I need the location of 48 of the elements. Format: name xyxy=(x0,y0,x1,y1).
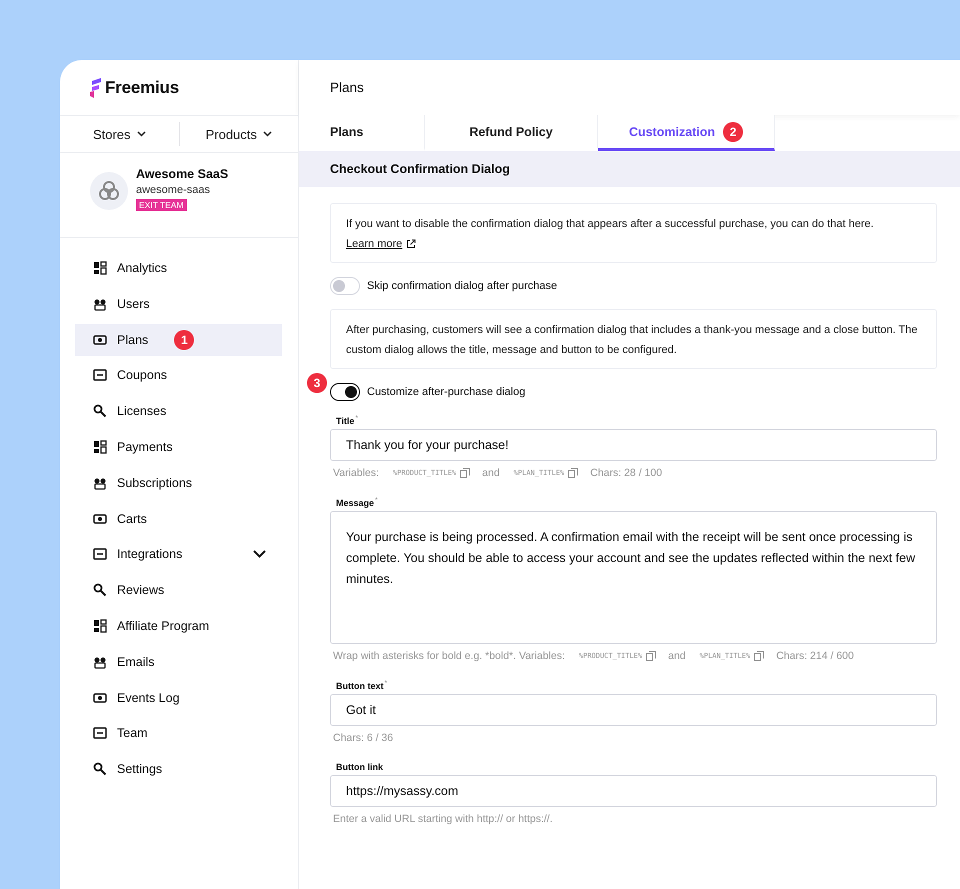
field-label: Button link xyxy=(336,762,384,772)
textarea-field[interactable]: Your purchase is being processed. A confirmation email with the receipt will be sent once processing is complete. You should be able to access your account and see the updates reflected within the next few minutes. xyxy=(330,511,937,644)
step-badge: 2 xyxy=(723,122,744,142)
hint-text: Variables: xyxy=(333,467,379,479)
switcher-dropdown[interactable]: Products xyxy=(178,122,298,146)
nav-item[interactable]: Carts xyxy=(75,502,282,535)
hint-text: Enter a valid URL starting with http:// or https://. xyxy=(333,813,553,825)
page-title: Plans xyxy=(330,80,364,95)
switcher-dropdown[interactable]: Stores xyxy=(60,122,178,146)
toggle-label: Skip confirmation dialog after purchase xyxy=(367,280,558,292)
input-field[interactable]: Got it xyxy=(330,694,937,726)
learn-more-link[interactable]: Learn more xyxy=(346,234,416,254)
nav-item[interactable]: Settings xyxy=(75,753,282,786)
nav-item[interactable]: Reviews xyxy=(75,574,282,606)
hint-text: Wrap with asterisks for bold e.g. *bold*. Variables: xyxy=(333,650,565,662)
note-text: After purchasing, customers will see a confirmation dialog that includes a thank-you message and a close button. The custom dialog allows the title, message and button to be configured. xyxy=(346,323,919,358)
hint-text: Chars: 28 / 100 xyxy=(590,467,662,479)
nav-item[interactable]: Team xyxy=(75,717,282,750)
toggle-label: Customize after-purchase dialog xyxy=(367,386,526,398)
nav-item[interactable]: Subscriptions xyxy=(75,466,282,499)
nav-item[interactable]: Coupons xyxy=(75,359,282,392)
nav-item[interactable]: Analytics xyxy=(75,252,282,284)
hint-text: and xyxy=(482,467,500,479)
field-label: Title$^{*}$ xyxy=(336,415,360,426)
brand-name: Freemius xyxy=(105,78,179,98)
team-slug: awesome-saas xyxy=(136,184,210,196)
hint-text: Chars: 214 / 600 xyxy=(776,650,854,662)
nav-item[interactable]: Plans 1 xyxy=(75,324,282,356)
hint-text: Chars: 6 / 36 xyxy=(333,732,394,744)
nav-item[interactable]: Users xyxy=(75,288,282,320)
field-label: Message$^{*}$ xyxy=(336,497,379,508)
nav-item[interactable]: Licenses xyxy=(75,395,282,428)
team-name: Awesome SaaS xyxy=(136,167,228,181)
input-field[interactable]: Thank you for your purchase! xyxy=(330,429,937,461)
step-badge: 3 xyxy=(307,373,327,393)
nav-item[interactable]: Payments xyxy=(75,430,282,463)
tab[interactable]: Customization 2 xyxy=(598,115,775,151)
nav-item[interactable]: Events Log xyxy=(75,682,282,714)
field-label: Button text$^{*}$ xyxy=(336,680,388,691)
nav-item[interactable]: Affiliate Program xyxy=(75,610,282,642)
section-title: Checkout Confirmation Dialog xyxy=(330,162,510,176)
note-text: If you want to disable the confirmation dialog that appears after a successful purchase, you can do that here. xyxy=(346,217,874,232)
nav-item[interactable]: Emails xyxy=(75,646,282,678)
hint-text: and xyxy=(668,650,686,662)
exit-team-button[interactable]: EXIT TEAM xyxy=(136,199,187,211)
input-field[interactable]: https://mysassy.com xyxy=(330,775,937,807)
step-badge: 1 xyxy=(174,330,194,350)
nav-item[interactable]: Integrations xyxy=(75,538,282,570)
